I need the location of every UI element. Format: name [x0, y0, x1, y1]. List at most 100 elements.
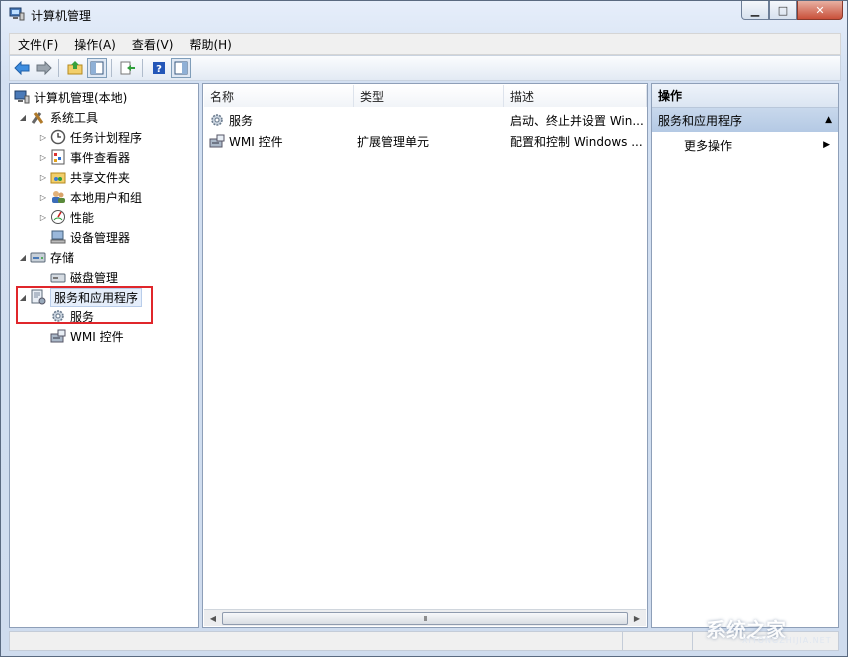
back-button[interactable]	[12, 58, 32, 78]
expand-arrow-icon[interactable]: ▷	[38, 153, 48, 162]
tree-task-scheduler[interactable]: ▷ 任务计划程序	[38, 127, 142, 147]
help-button[interactable]: ?	[149, 58, 169, 78]
gear-icon	[209, 112, 225, 128]
app-window: 计算机管理 ▁ □ ✕ 文件(F) 操作(A) 查看(V) 帮助(H) ? 计算…	[0, 0, 848, 657]
tree-root-label: 计算机管理(本地)	[34, 90, 128, 105]
up-folder-icon	[67, 61, 83, 75]
tree-label: 本地用户和组	[70, 190, 143, 205]
performance-icon	[50, 209, 66, 225]
list-cell-description: 配置和控制 Windows ...	[510, 134, 643, 149]
watermark-url: XITONGZHIJIA.NET	[742, 636, 832, 645]
tree-device-manager[interactable]: 设备管理器	[48, 227, 130, 247]
list-cell-name: WMI 控件	[229, 134, 283, 149]
collapse-arrow-icon[interactable]: ◢	[18, 113, 28, 122]
tree-wmi[interactable]: WMI 控件	[48, 326, 124, 346]
show-hide-tree-button[interactable]	[87, 58, 107, 78]
tree-event-viewer[interactable]: ▷ 事件查看器	[38, 147, 130, 167]
tree-storage[interactable]: ◢ 存储	[18, 247, 74, 267]
wmi-icon	[50, 328, 66, 344]
results-list[interactable]: 名称 类型 描述 服务 启动、终止并设置 Win... WMI 控件 扩展管理单…	[202, 83, 648, 628]
column-header-label: 描述	[510, 89, 535, 104]
submenu-arrow-icon: ▶	[823, 140, 830, 150]
maximize-button[interactable]: □	[769, 1, 797, 20]
collapse-arrow-icon[interactable]: ◢	[18, 253, 28, 262]
wmi-icon	[209, 133, 225, 149]
menu-bar: 文件(F) 操作(A) 查看(V) 帮助(H)	[9, 33, 841, 55]
tree-system-tools[interactable]: ◢ 系统工具	[18, 107, 98, 127]
show-hide-action-pane-button[interactable]	[171, 58, 191, 78]
actions-section-label: 服务和应用程序	[658, 113, 743, 128]
toolbar: ?	[9, 55, 841, 81]
tree-label: 磁盘管理	[70, 270, 119, 285]
clock-icon	[50, 129, 66, 145]
minimize-icon: ▁	[750, 3, 760, 17]
help-icon: ?	[153, 62, 165, 75]
forward-arrow-icon	[36, 61, 52, 75]
title-bar[interactable]: 计算机管理 ▁ □ ✕	[1, 1, 847, 29]
tree-performance[interactable]: ▷ 性能	[38, 207, 94, 227]
status-cell	[622, 632, 693, 650]
tree-label: 共享文件夹	[70, 170, 131, 185]
forward-button[interactable]	[34, 58, 54, 78]
expand-arrow-icon[interactable]: ▷	[38, 193, 48, 202]
expand-arrow-icon[interactable]: ▷	[38, 173, 48, 182]
collapse-up-icon[interactable]: ▲	[825, 115, 832, 125]
toolbar-separator	[111, 59, 112, 77]
tree-label: 系统工具	[50, 110, 99, 125]
show-hide-tree-icon	[90, 61, 104, 75]
list-row-wmi[interactable]: WMI 控件 扩展管理单元 配置和控制 Windows ...	[207, 131, 645, 151]
menu-help[interactable]: 帮助(H)	[181, 36, 239, 53]
export-list-icon	[120, 61, 135, 75]
menu-view[interactable]: 查看(V)	[124, 36, 182, 53]
actions-header: 操作	[652, 84, 838, 108]
tree-shared-folders[interactable]: ▷ 共享文件夹	[38, 167, 130, 187]
shared-folder-icon	[50, 169, 66, 185]
event-viewer-icon	[50, 149, 66, 165]
list-row-services[interactable]: 服务 启动、终止并设置 Win...	[207, 110, 645, 130]
list-cell-name: 服务	[229, 113, 254, 128]
export-list-button[interactable]	[118, 58, 138, 78]
tree-disk-management[interactable]: 磁盘管理	[48, 267, 118, 287]
more-actions-label: 更多操作	[684, 138, 733, 153]
computer-management-icon	[9, 7, 25, 21]
close-icon: ✕	[815, 3, 825, 17]
column-header-type[interactable]: 类型	[354, 85, 504, 107]
device-manager-icon	[50, 229, 66, 245]
storage-icon	[30, 249, 46, 265]
column-header-description[interactable]: 描述	[504, 85, 647, 107]
window-title: 计算机管理	[31, 9, 92, 23]
tools-icon	[30, 109, 46, 125]
toolbar-separator	[142, 59, 143, 77]
list-cell-description: 启动、终止并设置 Win...	[510, 113, 644, 128]
column-header-name[interactable]: 名称	[204, 85, 354, 107]
tree-label: 事件查看器	[70, 150, 131, 165]
expand-arrow-icon[interactable]: ▷	[38, 213, 48, 222]
tree-root[interactable]: 计算机管理(本地)	[12, 87, 127, 107]
scroll-left-button[interactable]: ◀	[205, 610, 221, 626]
disk-management-icon	[50, 269, 66, 285]
tree-label: 性能	[70, 210, 95, 225]
scroll-right-button[interactable]: ▶	[629, 610, 645, 626]
expand-arrow-icon[interactable]: ▷	[38, 133, 48, 142]
up-one-level-button[interactable]	[65, 58, 85, 78]
close-button[interactable]: ✕	[797, 1, 843, 20]
actions-section-services-apps[interactable]: 服务和应用程序 ▲	[652, 108, 838, 132]
scroll-left-icon: ◀	[209, 613, 217, 623]
console-tree[interactable]: 计算机管理(本地) ◢ 系统工具 ▷ 任务计划程序 ▷ 事件查看器 ▷ 共享文件…	[9, 83, 199, 628]
tree-label: WMI 控件	[70, 329, 124, 344]
tree-label: 存储	[50, 250, 75, 265]
scrollbar-thumb[interactable]: III	[222, 612, 628, 625]
users-icon	[50, 189, 66, 205]
tree-label: 设备管理器	[70, 230, 131, 245]
menu-action[interactable]: 操作(A)	[66, 36, 124, 53]
tree-local-users[interactable]: ▷ 本地用户和组	[38, 187, 142, 207]
actions-pane: 操作 服务和应用程序 ▲ 更多操作 ▶	[651, 83, 839, 628]
scroll-right-icon: ▶	[633, 613, 641, 623]
horizontal-scrollbar[interactable]: ◀ III ▶	[204, 609, 646, 626]
computer-management-icon	[14, 89, 30, 105]
svg-text:?: ?	[156, 64, 162, 75]
back-arrow-icon	[14, 61, 30, 75]
minimize-button[interactable]: ▁	[741, 1, 769, 20]
more-actions-item[interactable]: 更多操作 ▶	[684, 135, 836, 155]
menu-file[interactable]: 文件(F)	[10, 36, 66, 53]
